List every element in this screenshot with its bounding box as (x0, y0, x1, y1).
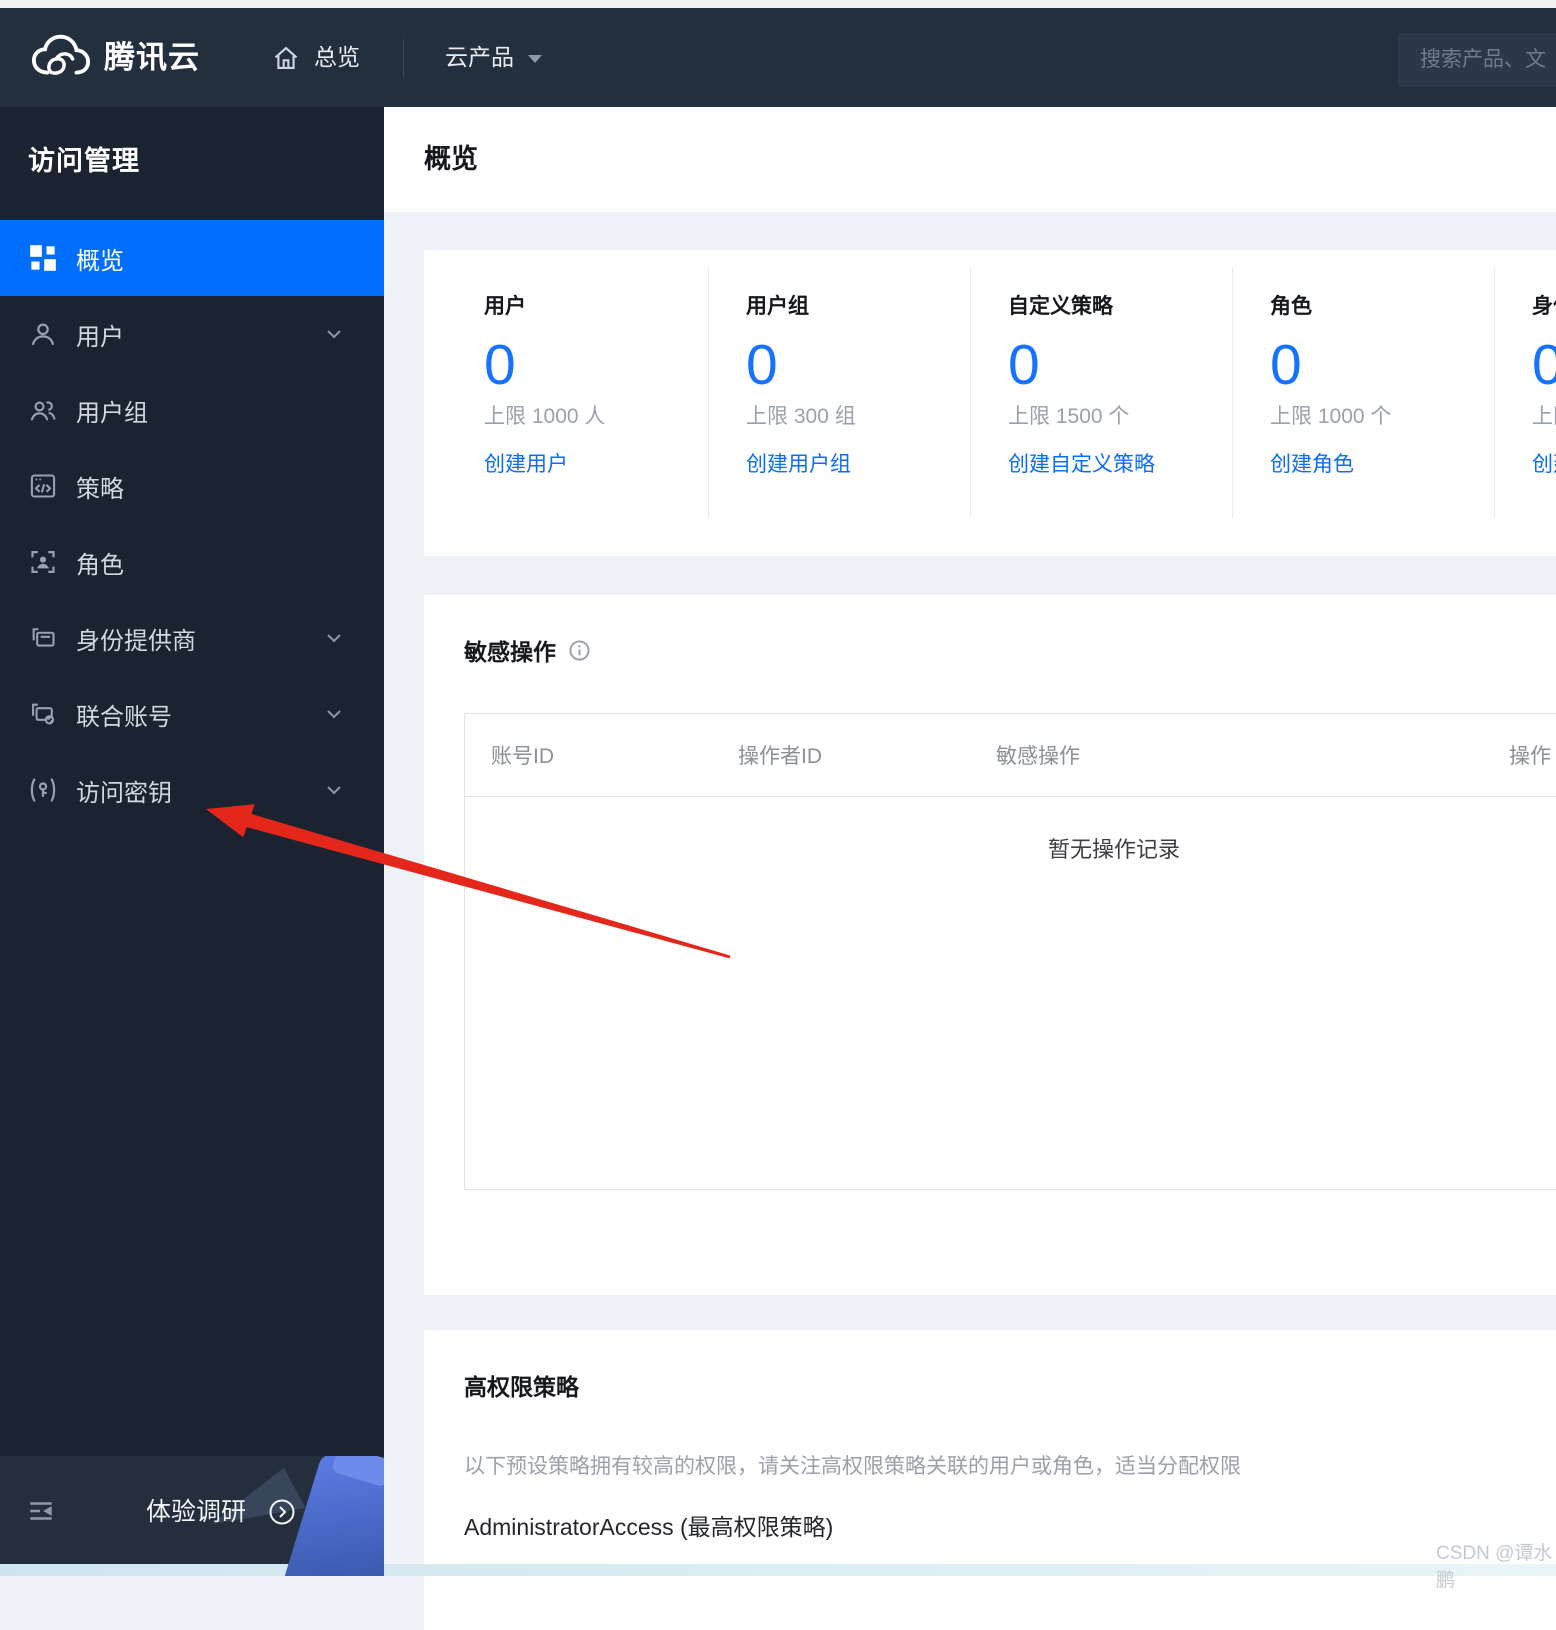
main-header: 概览 (384, 107, 1556, 212)
sidebar-item-roles[interactable]: 角色 (0, 524, 384, 600)
sidebar-item-label: 身份提供商 (76, 627, 196, 655)
high-priv-title: 高权限策略 (464, 1368, 579, 1402)
stat-limit: 上限 1000 人 (484, 404, 606, 428)
stat-title: 角色 (1270, 295, 1312, 318)
col-header-sensitive-op: 敏感操作 (996, 745, 1080, 768)
stat-card-roles: 角色 0 上限 1000 个 创建角色 (1233, 268, 1495, 518)
table-header-row: 账号ID 操作者ID 敏感操作 操作 (465, 714, 1556, 797)
stat-limit: 上限 300 组 (746, 404, 856, 428)
stat-card-custom-policies: 自定义策略 0 上限 1500 个 创建自定义策略 (971, 268, 1233, 518)
stat-limit: 上限 (1532, 404, 1556, 428)
stat-title: 自定义策略 (1008, 295, 1113, 318)
sidebar-item-label: 角色 (76, 551, 124, 579)
stat-title: 用户组 (746, 295, 809, 318)
sensitive-ops-title: 敏感操作 (464, 633, 591, 667)
col-header-account-id: 账号ID (491, 745, 554, 768)
sidebar-item-overview[interactable]: 概览 (0, 220, 384, 296)
top-navbar: 腾讯云 总览 云产品 (0, 8, 1556, 107)
nav-item-overview[interactable]: 总览 (314, 8, 360, 107)
create-user-group-link[interactable]: 创建用户组 (746, 448, 851, 478)
sidebar-footer: 体验调研 (0, 1456, 384, 1576)
tencent-cloud-logo-icon[interactable] (30, 32, 92, 82)
brand-name[interactable]: 腾讯云 (104, 8, 200, 107)
sidebar-title: 访问管理 (28, 146, 140, 176)
col-header-operator-id: 操作者ID (738, 745, 822, 768)
user-icon (28, 319, 58, 349)
col-header-operation: 操作 (1509, 745, 1551, 768)
chevron-down-icon (326, 785, 342, 795)
grid-icon (28, 243, 58, 273)
sidebar-item-label: 联合账号 (76, 703, 172, 731)
create-role-link[interactable]: 创建角色 (1270, 448, 1354, 478)
sidebar-item-label: 用户 (76, 323, 124, 351)
stat-value: 0 (1008, 333, 1040, 397)
stat-value: 0 (484, 333, 516, 397)
administrator-access-policy[interactable]: AdministratorAccess (最高权限策略) (464, 1508, 833, 1542)
sidebar-item-label: 用户组 (76, 399, 148, 427)
search-input[interactable] (1398, 33, 1556, 87)
sidebar-item-federated-accounts[interactable]: 联合账号 (0, 676, 384, 752)
sidebar-item-identity-providers[interactable]: 身份提供商 (0, 600, 384, 676)
stat-card-identity-providers: 身份提供商 0 上限 创建 (1495, 268, 1556, 518)
chevron-down-icon (326, 633, 342, 643)
page-title: 概览 (424, 144, 478, 174)
stat-card-user-groups: 用户组 0 上限 300 组 创建用户组 (709, 268, 971, 518)
home-icon (272, 44, 300, 72)
policy-icon (28, 471, 58, 501)
sidebar-collapse-icon[interactable] (26, 1496, 56, 1526)
high-priv-panel: 高权限策略 以下预设策略拥有较高的权限，请关注高权限策略关联的用户或角色，适当分… (424, 1330, 1556, 1630)
csdn-watermark: CSDN @谭水鹏 (1436, 1543, 1553, 1591)
stat-value: 0 (1270, 333, 1302, 397)
nav-item-cloud-products[interactable]: 云产品 (445, 8, 514, 107)
sidebar: 访问管理 概览 用户 用户组 策略 角色 身份提供商 联合账号 访问密钥 体验调… (0, 107, 384, 1576)
sidebar-menu: 概览 用户 用户组 策略 角色 身份提供商 联合账号 访问密钥 (0, 220, 384, 828)
tencent-cloud-cam-overview-page: { "colors": { "accent": "#006eff", "navb… (0, 0, 1556, 1630)
survey-arrow-icon[interactable] (268, 1498, 296, 1526)
stat-title: 用户 (484, 295, 526, 318)
sidebar-item-label: 访问密钥 (76, 779, 172, 807)
chevron-down-icon (326, 329, 342, 339)
users-icon (28, 395, 58, 425)
stat-value: 0 (1532, 333, 1556, 397)
stats-panel: 用户 0 上限 1000 人 创建用户 用户组 0 上限 300 组 创建用户组… (424, 250, 1556, 556)
empty-state-text: 暂无操作记录 (1047, 837, 1180, 862)
chevron-down-icon (326, 709, 342, 719)
stat-limit: 上限 1500 个 (1008, 404, 1130, 428)
create-link[interactable]: 创建 (1532, 448, 1556, 478)
stat-title: 身份提供商 (1532, 295, 1556, 318)
identity-provider-icon (28, 623, 58, 653)
sidebar-item-users[interactable]: 用户 (0, 296, 384, 372)
stat-value: 0 (746, 333, 778, 397)
sensitive-ops-table: 账号ID 操作者ID 敏感操作 操作 暂无操作记录 (464, 713, 1556, 1190)
sidebar-item-user-groups[interactable]: 用户组 (0, 372, 384, 448)
create-custom-policy-link[interactable]: 创建自定义策略 (1008, 448, 1155, 478)
stat-limit: 上限 1000 个 (1270, 404, 1392, 428)
caret-down-icon (527, 54, 543, 64)
sidebar-item-label: 策略 (76, 475, 124, 503)
sidebar-item-policies[interactable]: 策略 (0, 448, 384, 524)
sidebar-item-access-keys[interactable]: 访问密钥 (0, 752, 384, 828)
info-icon[interactable] (568, 639, 591, 662)
high-priv-title-text: 高权限策略 (464, 1374, 579, 1400)
create-user-link[interactable]: 创建用户 (484, 448, 568, 478)
sidebar-item-label: 概览 (76, 247, 124, 275)
window-top-strip (0, 0, 1556, 8)
federated-account-icon (28, 699, 58, 729)
sensitive-ops-title-text: 敏感操作 (464, 639, 556, 665)
nav-divider (403, 39, 404, 77)
stat-card-users: 用户 0 上限 1000 人 创建用户 (447, 268, 709, 518)
sensitive-ops-panel: 敏感操作 账号ID 操作者ID 敏感操作 操作 暂无操作记录 (424, 595, 1556, 1295)
high-priv-description: 以下预设策略拥有较高的权限，请关注高权限策略关联的用户或角色，适当分配权限 (464, 1455, 1241, 1478)
access-key-icon (28, 775, 58, 805)
role-icon (28, 547, 58, 577)
survey-link[interactable]: 体验调研 (146, 1456, 246, 1568)
